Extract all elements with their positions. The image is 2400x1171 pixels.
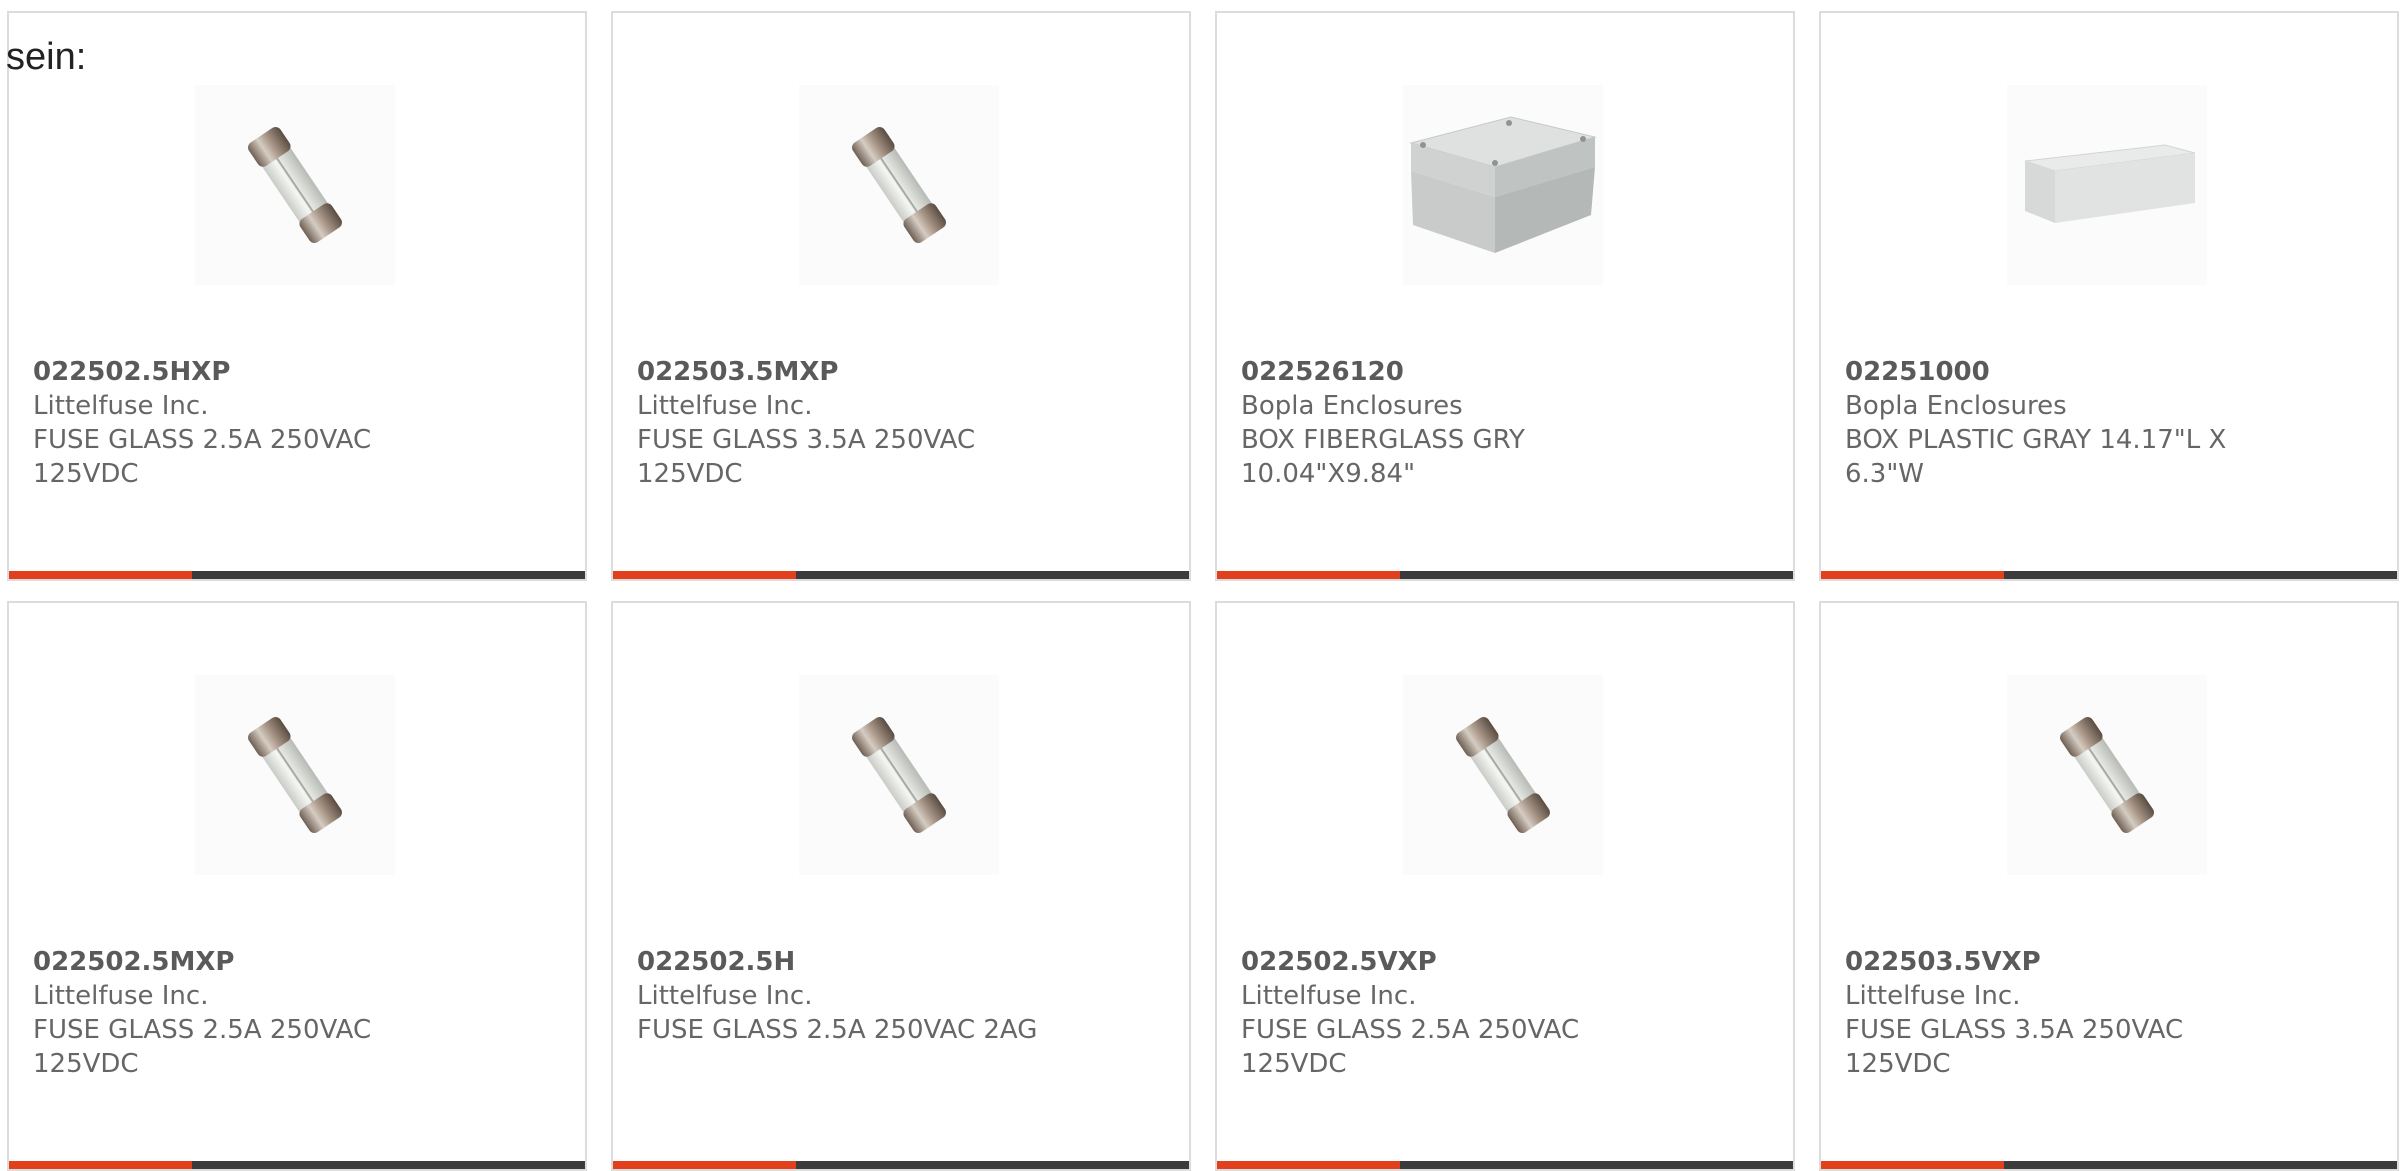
product-info: 022502.5HXP Littelfuse Inc. FUSE GLASS 2… [33,355,453,491]
description: FUSE GLASS 2.5A 250VAC 2AG [637,1015,1038,1045]
card-bottom-bar [9,1161,585,1169]
part-number[interactable]: 022503.5VXP [1845,945,2265,979]
enclosure-box-icon [1403,85,1603,285]
description: FUSE GLASS 2.5A 250VAC 125VDC [33,1015,372,1079]
part-number[interactable]: 022502.5HXP [33,355,453,389]
product-info: 022502.5MXP Littelfuse Inc. FUSE GLASS 2… [33,945,453,1081]
manufacturer: Littelfuse Inc. [637,391,813,421]
glass-fuse-icon [799,675,999,875]
manufacturer: Bopla Enclosures [1845,391,2067,421]
glass-fuse-icon [1403,675,1603,875]
product-info: 022502.5H Littelfuse Inc. FUSE GLASS 2.5… [637,945,1057,1047]
card-bottom-bar [9,571,585,579]
card-bottom-bar [1821,571,2397,579]
product-card[interactable]: 022502.5HXP Littelfuse Inc. FUSE GLASS 2… [7,11,587,581]
manufacturer: Littelfuse Inc. [33,391,209,421]
description: BOX PLASTIC GRAY 14.17"L X 6.3"W [1845,425,2227,489]
product-card[interactable]: 022526120 Bopla Enclosures BOX FIBERGLAS… [1215,11,1795,581]
manufacturer: Littelfuse Inc. [637,981,813,1011]
manufacturer: Bopla Enclosures [1241,391,1463,421]
part-number[interactable]: 022503.5MXP [637,355,1057,389]
card-accent-bar [1217,1161,1400,1169]
card-accent-bar [1821,571,2004,579]
description: FUSE GLASS 3.5A 250VAC 125VDC [637,425,976,489]
card-accent-bar [9,571,192,579]
glass-fuse-icon [2007,675,2207,875]
description: FUSE GLASS 3.5A 250VAC 125VDC [1845,1015,2184,1079]
product-grid: 022502.5HXP Littelfuse Inc. FUSE GLASS 2… [7,11,2400,1171]
product-card[interactable]: 022502.5MXP Littelfuse Inc. FUSE GLASS 2… [7,601,587,1171]
product-info: 022502.5VXP Littelfuse Inc. FUSE GLASS 2… [1241,945,1661,1081]
product-card[interactable]: 02251000 Bopla Enclosures BOX PLASTIC GR… [1819,11,2399,581]
manufacturer: Littelfuse Inc. [1845,981,2021,1011]
description: FUSE GLASS 2.5A 250VAC 125VDC [33,425,372,489]
product-card[interactable]: 022503.5MXP Littelfuse Inc. FUSE GLASS 3… [611,11,1191,581]
product-info: 022503.5MXP Littelfuse Inc. FUSE GLASS 3… [637,355,1057,491]
part-number[interactable]: 022502.5MXP [33,945,453,979]
card-bottom-bar [1217,1161,1793,1169]
product-card[interactable]: 022502.5H Littelfuse Inc. FUSE GLASS 2.5… [611,601,1191,1171]
product-info: 02251000 Bopla Enclosures BOX PLASTIC GR… [1845,355,2265,491]
card-bottom-bar [613,571,1189,579]
product-card[interactable]: 022502.5VXP Littelfuse Inc. FUSE GLASS 2… [1215,601,1795,1171]
part-number[interactable]: 022502.5H [637,945,1057,979]
card-accent-bar [1821,1161,2004,1169]
card-bottom-bar [613,1161,1189,1169]
part-number[interactable]: 02251000 [1845,355,2265,389]
part-number[interactable]: 022526120 [1241,355,1661,389]
manufacturer: Littelfuse Inc. [33,981,209,1011]
part-number[interactable]: 022502.5VXP [1241,945,1661,979]
card-bottom-bar [1217,571,1793,579]
enclosure-flat-icon [2007,85,2207,285]
lead-text: sein: [6,36,87,78]
card-accent-bar [9,1161,192,1169]
product-info: 022526120 Bopla Enclosures BOX FIBERGLAS… [1241,355,1661,491]
description: FUSE GLASS 2.5A 250VAC 125VDC [1241,1015,1580,1079]
card-accent-bar [613,571,796,579]
card-accent-bar [1217,571,1400,579]
card-accent-bar [613,1161,796,1169]
glass-fuse-icon [799,85,999,285]
product-info: 022503.5VXP Littelfuse Inc. FUSE GLASS 3… [1845,945,2265,1081]
card-bottom-bar [1821,1161,2397,1169]
product-card[interactable]: 022503.5VXP Littelfuse Inc. FUSE GLASS 3… [1819,601,2399,1171]
manufacturer: Littelfuse Inc. [1241,981,1417,1011]
glass-fuse-icon [195,675,395,875]
glass-fuse-icon [195,85,395,285]
description: BOX FIBERGLASS GRY 10.04"X9.84" [1241,425,1525,489]
